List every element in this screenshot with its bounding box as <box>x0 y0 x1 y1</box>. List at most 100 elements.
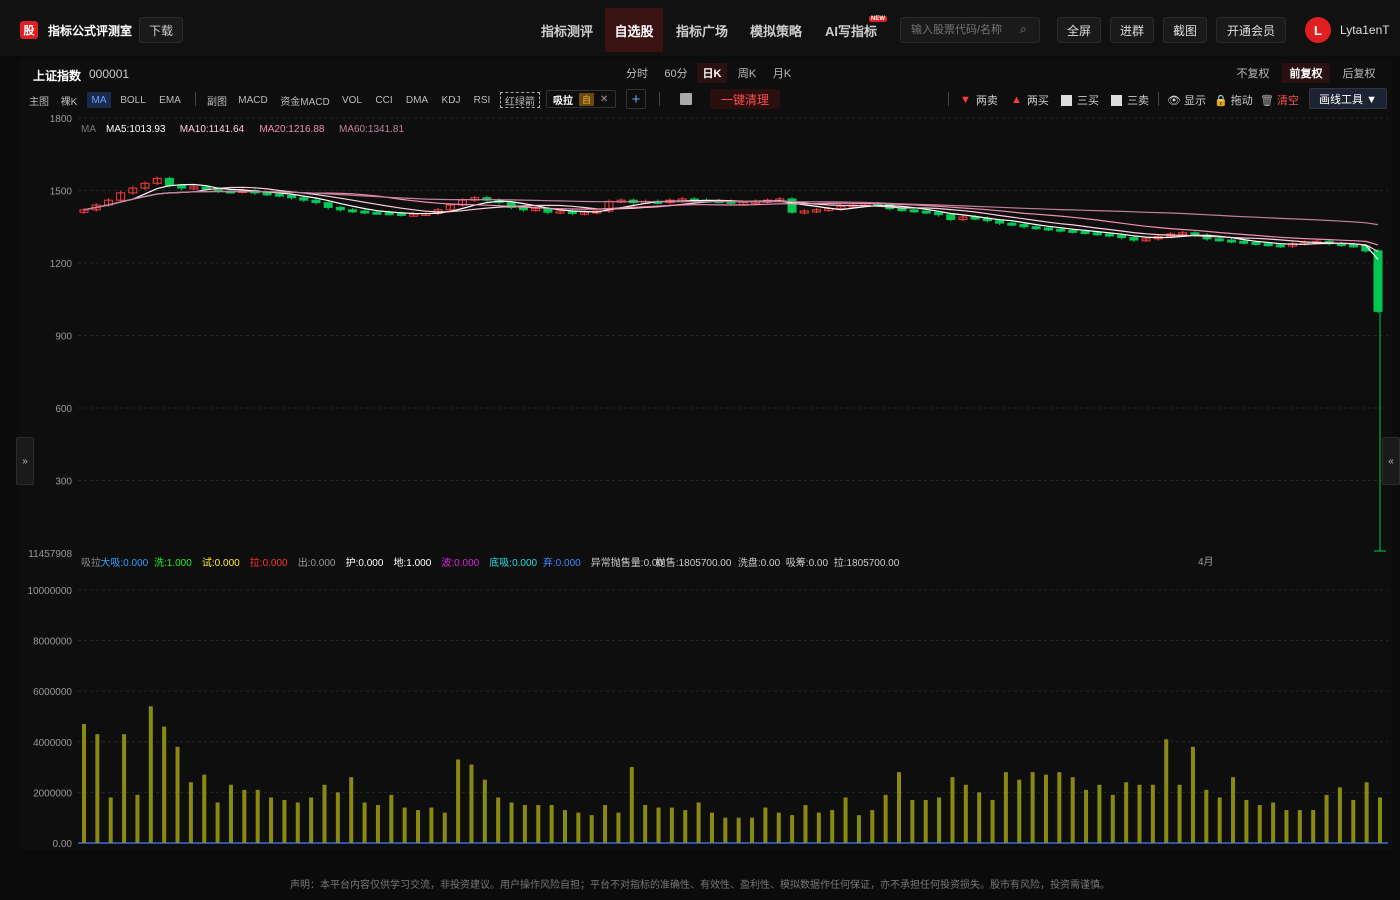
volume-bar <box>95 734 100 843</box>
candle-body <box>384 212 394 216</box>
volume-bar <box>1164 739 1169 843</box>
volume-bar <box>803 805 808 843</box>
y-tick-label: 6000000 <box>33 687 72 698</box>
volume-bar <box>977 792 982 843</box>
volume-bar <box>696 802 701 843</box>
volume-bar <box>990 799 995 843</box>
y-tick-label: 1200 <box>50 259 73 270</box>
volume-bar <box>389 794 394 843</box>
candle-body <box>274 193 284 197</box>
volume-bar <box>1324 794 1329 843</box>
sub-legend-item: 抛售:1805700.00 <box>656 556 732 569</box>
volume-bar <box>148 706 153 843</box>
volume-bar <box>175 746 180 843</box>
volume-bar <box>482 779 487 843</box>
volume-bar <box>496 797 501 843</box>
sub-legend-item: 吸筹:0.00 <box>786 556 829 569</box>
candle-body <box>311 199 321 204</box>
volume-bar <box>1351 799 1356 843</box>
sub-legend-item: 出:0.000 <box>298 556 336 569</box>
volume-bar <box>509 802 514 843</box>
sub-legend-item: 试:0.000 <box>202 556 240 569</box>
volume-bar <box>843 797 848 843</box>
volume-bar <box>937 797 942 843</box>
volume-bar <box>1003 772 1008 843</box>
volume-bar <box>442 812 447 843</box>
volume-bar <box>790 815 795 843</box>
volume-bar <box>629 767 634 843</box>
candle-body <box>1104 233 1114 237</box>
volume-bar <box>536 805 541 843</box>
volume-bar <box>1297 810 1302 843</box>
y-tick-label: 4000000 <box>33 738 72 749</box>
sub-legend-item: 拉:0.000 <box>250 556 288 569</box>
y-tick-label: 600 <box>55 404 72 415</box>
volume-bar <box>576 812 581 843</box>
candle-body <box>1007 222 1017 226</box>
sub-legend-item: 底吸:0.000 <box>489 556 537 569</box>
candle-body <box>1251 241 1261 245</box>
volume-bar <box>870 810 875 843</box>
volume-bar <box>950 777 955 843</box>
volume-bar <box>349 777 354 843</box>
volume-bar <box>1150 784 1155 843</box>
ma10-line <box>83 186 1379 253</box>
volume-bar <box>1084 789 1089 843</box>
volume-bar <box>897 772 902 843</box>
volume-bar <box>269 797 274 843</box>
candle-body <box>360 210 370 214</box>
candle-body <box>372 211 382 215</box>
sub-legend-item: 拉:1805700.00 <box>834 556 900 569</box>
candle-body <box>1373 250 1383 312</box>
volume-bar <box>255 789 260 843</box>
candle-body <box>177 185 187 189</box>
candle-body <box>262 192 272 196</box>
candle-body <box>543 208 553 213</box>
candle-body <box>1227 239 1237 243</box>
volume-bar <box>736 817 741 843</box>
volume-bar <box>963 784 968 843</box>
candle-body <box>1043 227 1053 231</box>
volume-bar <box>1244 799 1249 843</box>
candle-body <box>1275 244 1285 248</box>
volume-bar <box>723 817 728 843</box>
volume-bar <box>242 789 247 843</box>
volume-bar <box>82 724 86 843</box>
volume-bar <box>910 799 915 843</box>
candle-body <box>1117 234 1127 239</box>
kline-chart[interactable]: 1800 1500 1200 900 600 300 MA MA5:1013.93 MA10:1… <box>0 0 1400 900</box>
candle-body <box>287 194 297 199</box>
volume-bar <box>429 807 434 843</box>
volume-bar <box>282 799 287 843</box>
volume-bar <box>135 794 140 843</box>
candle-body <box>934 211 944 216</box>
volume-bar <box>1204 789 1209 843</box>
volume-bar <box>1257 805 1262 843</box>
volume-bar <box>1057 772 1062 843</box>
volume-bar <box>669 807 674 843</box>
volume-bar <box>1271 802 1276 843</box>
ma-legend-item: MA <box>81 124 96 135</box>
volume-bar <box>1030 772 1035 843</box>
y-tick-label: 11457908 <box>28 549 72 560</box>
candle-body <box>1056 228 1066 232</box>
volume-bar <box>549 805 554 843</box>
y-tick-label: 10000000 <box>28 586 73 597</box>
candle-body <box>1092 232 1102 236</box>
candle-body <box>1019 223 1029 228</box>
sub-legend-item: 护:0.000 <box>346 556 384 569</box>
volume-bar <box>108 797 113 843</box>
volume-bar <box>1097 784 1102 843</box>
volume-bar <box>776 812 781 843</box>
volume-bar <box>656 807 661 843</box>
sub-legend-item: 波:0.000 <box>441 556 479 569</box>
candle-body <box>1239 240 1249 244</box>
disclaimer-text: 声明：本平台内容仅供学习交流，非投资建议。用户操作风险自担；平台不对指标的准确性… <box>290 880 1110 891</box>
volume-bar <box>202 774 207 843</box>
volume-bar <box>228 784 233 843</box>
sub-legend-item: 洗:1.000 <box>154 557 192 569</box>
volume-bar <box>1311 810 1316 843</box>
sub-legend-item: 洗盘:0.00 <box>738 556 781 569</box>
candle-body <box>921 210 931 214</box>
volume-bar <box>469 764 474 843</box>
